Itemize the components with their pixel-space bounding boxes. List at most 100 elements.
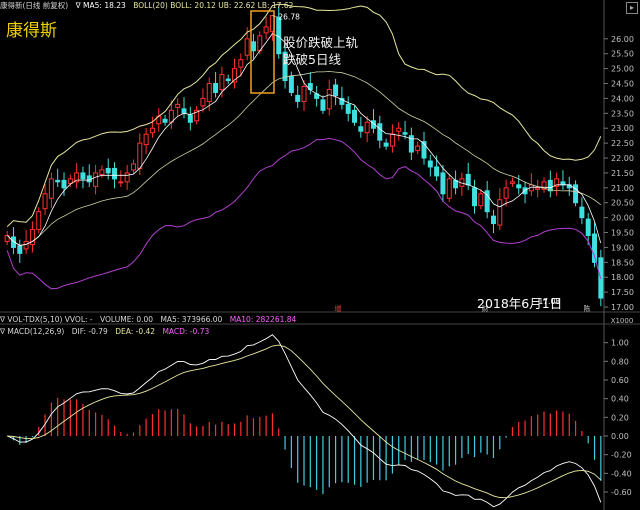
candle-body	[396, 127, 402, 132]
ma5-readout: ∇ MA5: 18.23	[75, 1, 126, 10]
vol-indicator-name: ∇ VOL-TDX(5,10) VVOL: -	[0, 315, 93, 324]
chart-title: 康得新(日线 前复权)	[0, 1, 69, 10]
candle-body	[295, 94, 301, 102]
candle-body	[522, 187, 528, 195]
vol-ma10-readout: MA10: 282261.84	[229, 315, 297, 324]
candle-body	[206, 83, 212, 102]
candle-body	[301, 86, 307, 102]
candle-body	[509, 181, 515, 184]
candle-body	[434, 166, 440, 177]
candle-body	[225, 78, 231, 82]
candle-body	[238, 59, 244, 68]
macd-axis-label: -0.40	[611, 469, 632, 478]
candle-body	[326, 88, 332, 110]
candle-body	[200, 97, 206, 107]
candle-body	[478, 193, 484, 207]
candle-body	[48, 178, 54, 199]
candle-body	[181, 108, 187, 114]
stock-chart: 26.00 25.50 25.00 24.50 24.00 23.50 23.00 22.50…	[0, 0, 640, 510]
macd-readout: MACD: -0.73	[162, 327, 210, 336]
candle-body	[80, 172, 86, 180]
volume-readout: VOLUME: 0.00	[100, 315, 154, 324]
candle-body	[36, 211, 42, 231]
price-axis-label: 19.00	[611, 243, 634, 252]
price-axis-label: 23.50	[611, 109, 634, 118]
price-annotation: 股价跌破上轨 跌破5日线	[283, 34, 358, 68]
candle-body	[250, 41, 256, 52]
candle-body	[389, 133, 395, 147]
candle-body	[516, 184, 522, 189]
candle-body	[320, 99, 326, 111]
candle-body	[137, 142, 143, 169]
macd-axis-label: -0.60	[611, 488, 632, 497]
dea-readout: DEA: -0.42	[115, 327, 156, 336]
candle-body	[187, 114, 193, 123]
macd-axis-label: 0.00	[611, 432, 629, 441]
price-axis-label: 18.00	[611, 273, 634, 282]
candle-body	[61, 179, 67, 189]
candle-body	[585, 218, 591, 236]
high-price-label: 26.78	[278, 13, 300, 22]
volume-header: ∇ VOL-TDX(5,10) VVOL: - VOLUME: 0.00 MA5…	[0, 314, 301, 326]
price-axis-label: 17.00	[611, 303, 634, 312]
dif-readout: DIF: -0.79	[71, 327, 108, 336]
marker-increase: 增	[335, 304, 342, 313]
macd-indicator-name: ∇ MACD(12,26,9)	[0, 327, 65, 336]
vol-axis-label: X1000	[611, 317, 634, 325]
candle-body	[333, 84, 339, 96]
candle-body	[42, 193, 48, 210]
price-axis-label: 21.00	[611, 184, 634, 193]
candle-body	[503, 187, 509, 199]
date-annotation: 2018年6月1日	[477, 296, 563, 311]
candle-body	[17, 245, 23, 254]
candle-body	[213, 83, 219, 93]
price-axis-label: 25.50	[611, 50, 634, 59]
candle-body	[162, 118, 168, 123]
candle-body	[497, 199, 503, 226]
candle-body	[440, 172, 446, 195]
boll-lower-line	[6, 137, 602, 290]
annotation-line-2: 跌破5日线	[283, 52, 341, 67]
candle-body	[276, 16, 282, 55]
vol-ma5-readout: MA5: 373966.00	[160, 315, 223, 324]
price-axis-label: 24.50	[611, 80, 634, 89]
candle-body	[377, 123, 383, 141]
candle-body	[263, 26, 269, 34]
candle-body	[143, 133, 149, 146]
candle-body	[93, 172, 99, 187]
candle-body	[112, 167, 118, 180]
price-axis-label: 23.00	[611, 124, 634, 133]
price-axis-label: 22.50	[611, 139, 634, 148]
candle-body	[175, 103, 181, 108]
candle-body	[118, 181, 124, 184]
stock-name-overlay: 康得斯	[6, 21, 57, 41]
candle-body	[105, 167, 111, 174]
price-axis-label: 24.00	[611, 94, 634, 103]
candle-body	[402, 132, 408, 135]
candle-body	[358, 126, 364, 132]
chart-menu-button[interactable]: ▸	[626, 2, 638, 14]
candle-body	[124, 172, 130, 183]
candle-body	[130, 163, 136, 171]
candle-body	[55, 179, 61, 183]
candle-body	[446, 178, 452, 199]
candle-body	[219, 74, 225, 90]
candle-body	[23, 240, 29, 250]
price-axis-label: 20.00	[611, 214, 634, 223]
price-axis-label: 22.00	[611, 154, 634, 163]
candle-body	[86, 175, 92, 183]
price-axis-label: 18.50	[611, 258, 634, 267]
macd-axis-label: -0.20	[611, 451, 632, 460]
candle-body	[67, 178, 73, 184]
candle-body	[465, 173, 471, 186]
candle-body	[383, 142, 389, 147]
candle-body	[352, 109, 358, 123]
candle-body	[560, 181, 566, 186]
candle-body	[490, 215, 496, 225]
price-axis-label: 20.50	[611, 199, 634, 208]
candle-body	[364, 121, 370, 134]
price-axis-label: 19.50	[611, 229, 634, 238]
candle-body	[244, 38, 250, 56]
candle-body	[149, 127, 155, 134]
boll-readout: BOLL(20) BOLL: 20.12 UB: 22.62 LB: 17.62	[133, 1, 294, 10]
